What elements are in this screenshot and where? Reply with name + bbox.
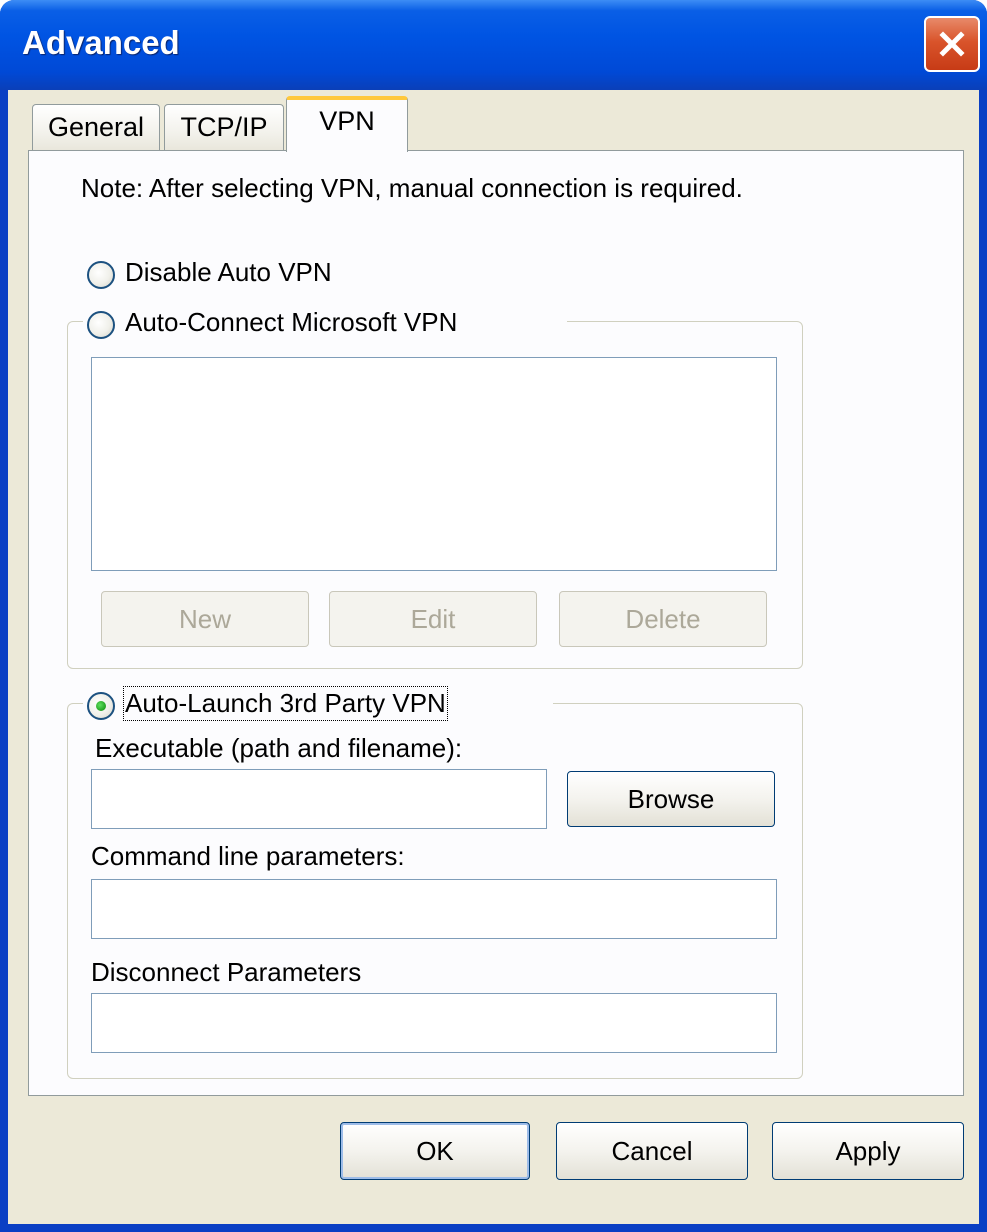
- vpn-note: Note: After selecting VPN, manual connec…: [81, 173, 743, 203]
- tab-general[interactable]: General: [32, 104, 160, 150]
- cancel-button-label: Cancel: [611, 1135, 693, 1166]
- edit-button-label: Edit: [410, 603, 456, 634]
- auto-launch-3rd-party-label[interactable]: Auto-Launch 3rd Party VPN: [123, 686, 448, 721]
- radio-selected-dot: [96, 701, 106, 711]
- apply-button-label: Apply: [835, 1135, 901, 1166]
- auto-launch-3rd-party-radio[interactable]: [87, 692, 115, 720]
- disconnect-parameters-input[interactable]: [91, 993, 777, 1053]
- tab-tcpip[interactable]: TCP/IP: [164, 104, 284, 150]
- command-line-input[interactable]: [91, 879, 777, 939]
- tab-vpn[interactable]: VPN: [286, 96, 408, 152]
- disable-auto-vpn-label[interactable]: Disable Auto VPN: [125, 257, 332, 288]
- apply-button[interactable]: Apply: [772, 1122, 964, 1180]
- command-line-label: Command line parameters:: [91, 841, 405, 871]
- tab-tcpip-label: TCP/IP: [180, 112, 268, 142]
- disconnect-parameters-label: Disconnect Parameters: [91, 957, 362, 987]
- ok-button-label: OK: [416, 1135, 454, 1166]
- dialog-client-area: General TCP/IP VPN Note: After selecting…: [8, 90, 979, 1224]
- title-bar[interactable]: Advanced: [0, 0, 987, 90]
- dialog-window: Advanced General TCP/IP VPN Note: After …: [0, 0, 987, 1232]
- disable-auto-vpn-radio[interactable]: [87, 261, 115, 289]
- ms-vpn-connection-list[interactable]: [91, 357, 777, 571]
- browse-button-label: Browse: [627, 783, 715, 814]
- close-icon: [939, 31, 965, 57]
- executable-label: Executable (path and filename):: [95, 733, 463, 763]
- tab-vpn-label: VPN: [319, 106, 375, 136]
- delete-button[interactable]: Delete: [559, 591, 767, 647]
- ok-button[interactable]: OK: [340, 1122, 530, 1180]
- vpn-tab-panel: Note: After selecting VPN, manual connec…: [28, 150, 964, 1096]
- auto-connect-ms-vpn-label[interactable]: Auto-Connect Microsoft VPN: [125, 307, 457, 338]
- delete-button-label: Delete: [625, 603, 701, 634]
- auto-connect-ms-vpn-radio[interactable]: [87, 311, 115, 339]
- browse-button[interactable]: Browse: [567, 771, 775, 827]
- cancel-button[interactable]: Cancel: [556, 1122, 748, 1180]
- window-title: Advanced: [22, 24, 180, 61]
- executable-input[interactable]: [91, 769, 547, 829]
- new-button[interactable]: New: [101, 591, 309, 647]
- edit-button[interactable]: Edit: [329, 591, 537, 647]
- close-button[interactable]: [924, 16, 980, 72]
- tab-general-label: General: [47, 112, 145, 142]
- new-button-label: New: [178, 603, 231, 634]
